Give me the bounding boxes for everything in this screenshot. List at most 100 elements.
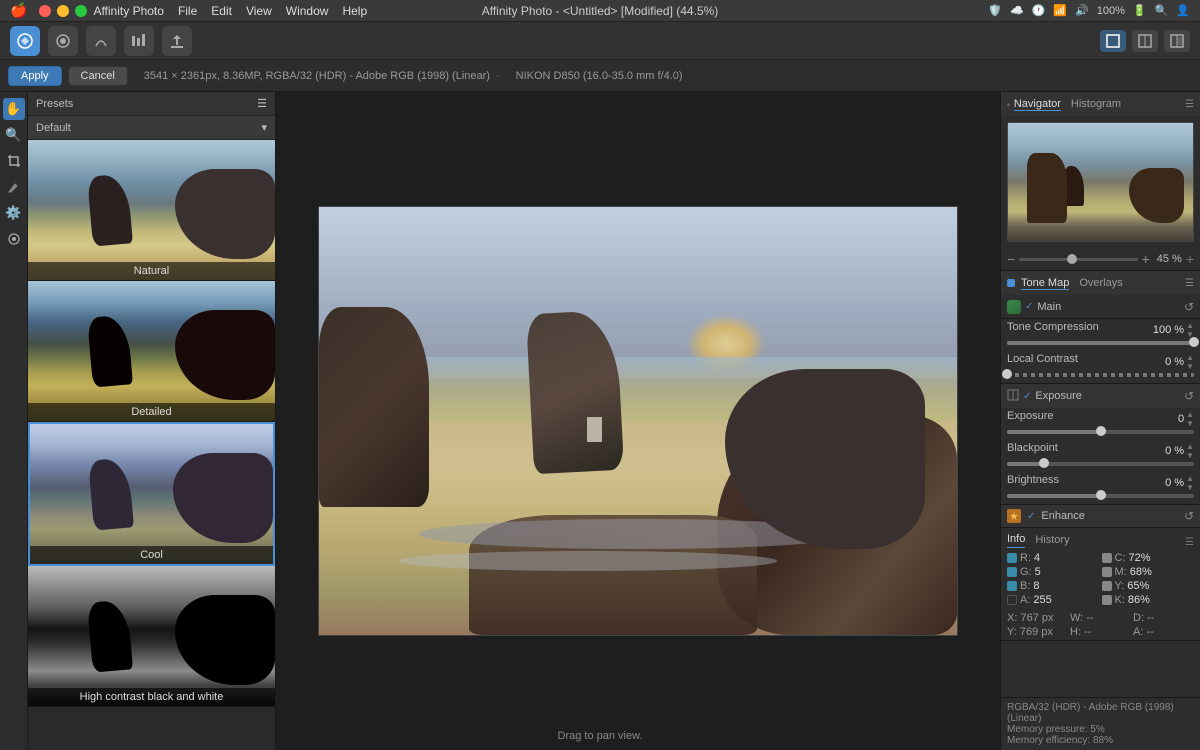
m-swatch-icon <box>1102 567 1112 577</box>
exposure-value: 0 <box>1178 413 1184 425</box>
enhance-header[interactable]: ✓ Enhance ↺ <box>1001 505 1200 527</box>
info-menu-icon[interactable]: ☰ <box>1185 537 1194 548</box>
exposure-reset-icon[interactable]: ↺ <box>1184 389 1194 403</box>
main-layout: ✋ 🔍 ⚙️ Presets ☰ Default ▾ <box>0 92 1200 750</box>
photo-persona-btn[interactable] <box>48 26 78 56</box>
develop-persona-btn[interactable] <box>10 26 40 56</box>
pan-tool[interactable]: ✋ <box>3 98 25 120</box>
b-value: 8 <box>1033 580 1039 592</box>
tone-map-section: Tone Map Overlays ☰ ✓ Main ↺ Tone Compre… <box>1001 271 1200 384</box>
navigator-menu-icon[interactable]: ☰ <box>1185 99 1194 110</box>
preset-natural[interactable]: Natural <box>28 140 275 281</box>
menu-edit[interactable]: Edit <box>211 4 232 18</box>
pos-y: Y: 769 px <box>1007 626 1068 638</box>
view-mode-split-btn[interactable] <box>1132 30 1158 52</box>
navigator-panel-header[interactable]: ▪ Navigator Histogram ☰ <box>1001 92 1200 116</box>
exposure-header[interactable]: ✓ Exposure ↺ <box>1001 384 1200 408</box>
brightness-slider[interactable] <box>1007 494 1194 498</box>
cloud-icon: ☁️ <box>1010 4 1024 17</box>
enhance-reset-icon[interactable]: ↺ <box>1184 509 1194 523</box>
zoom-in-btn[interactable]: + <box>1142 251 1150 267</box>
exposure-thumb[interactable] <box>1096 426 1106 436</box>
preset-cool[interactable]: Cool <box>28 422 275 566</box>
exposure-spinner[interactable]: ▲▼ <box>1186 410 1194 428</box>
apply-button[interactable]: Apply <box>8 66 62 86</box>
brightness-fill <box>1007 494 1101 498</box>
tone-map-header[interactable]: Tone Map Overlays ☰ <box>1001 271 1200 295</box>
blackpoint-spinner[interactable]: ▲▼ <box>1186 442 1194 460</box>
tone-map-icon <box>1007 300 1021 314</box>
crop-tool[interactable] <box>3 150 25 172</box>
zoom-row: − + 45 % + <box>1001 248 1200 270</box>
local-contrast-slider[interactable] <box>1007 373 1194 377</box>
menu-view[interactable]: View <box>246 4 272 18</box>
menu-help[interactable]: Help <box>342 4 367 18</box>
navigator-thumbnail[interactable] <box>1007 122 1194 242</box>
maximize-button[interactable] <box>75 5 87 17</box>
search-icon[interactable]: 🔍 <box>1155 4 1169 17</box>
y-value: 65% <box>1127 580 1149 592</box>
blackpoint-thumb[interactable] <box>1039 458 1049 468</box>
tone-compression-thumb[interactable] <box>1189 337 1199 347</box>
r-label: R: <box>1020 552 1031 564</box>
settings-tool[interactable]: ⚙️ <box>3 202 25 224</box>
tone-compression-slider[interactable] <box>1007 341 1194 345</box>
canvas-container[interactable] <box>276 92 1000 750</box>
view-mode-mirror-btn[interactable] <box>1164 30 1190 52</box>
presets-dropdown[interactable]: Default ▾ <box>28 116 275 140</box>
tone-map-persona-btn[interactable] <box>124 26 154 56</box>
tab-overlays[interactable]: Overlays <box>1079 277 1122 290</box>
brightness-thumb[interactable] <box>1096 490 1106 500</box>
tone-map-check-icon: ✓ <box>1025 301 1033 312</box>
canvas-image[interactable] <box>318 206 958 636</box>
zoom-tool[interactable]: 🔍 <box>3 124 25 146</box>
tab-navigator[interactable]: Navigator <box>1014 98 1061 111</box>
preset-cool-thumb <box>30 424 273 564</box>
clock-icon: 🕐 <box>1032 4 1046 17</box>
cancel-button[interactable]: Cancel <box>68 66 128 86</box>
g-swatch-icon <box>1007 567 1017 577</box>
paint-tool[interactable] <box>3 176 25 198</box>
preset-detailed[interactable]: Detailed <box>28 281 275 422</box>
tab-tone-map[interactable]: Tone Map <box>1021 277 1069 290</box>
presets-menu-icon[interactable]: ☰ <box>257 97 267 110</box>
menu-window[interactable]: Window <box>286 4 329 18</box>
b-swatch-icon <box>1007 581 1017 591</box>
local-contrast-spinner[interactable]: ▲▼ <box>1186 353 1194 371</box>
tab-info[interactable]: Info <box>1007 531 1025 548</box>
camera-info: NIKON D850 (16.0-35.0 mm f/4.0) <box>516 70 683 82</box>
pos-h: H: -- <box>1070 626 1131 638</box>
action-bar: Apply Cancel 3541 × 2361px, 8.36MP, RGBA… <box>0 60 1200 92</box>
exposure-slider-row: Exposure 0 ▲▼ <box>1001 408 1200 440</box>
target-tool[interactable] <box>3 228 25 250</box>
tab-histogram[interactable]: Histogram <box>1071 98 1121 111</box>
close-button[interactable] <box>39 5 51 17</box>
blackpoint-slider[interactable] <box>1007 462 1194 466</box>
view-mode-single-btn[interactable] <box>1100 30 1126 52</box>
zoom-out-btn[interactable]: − <box>1007 251 1015 267</box>
tone-map-reset-icon[interactable]: ↺ <box>1184 300 1194 314</box>
tone-map-collapse <box>1007 279 1015 287</box>
minimize-button[interactable] <box>57 5 69 17</box>
export-persona-btn[interactable] <box>162 26 192 56</box>
liquify-persona-btn[interactable] <box>86 26 116 56</box>
tone-map-menu-icon[interactable]: ☰ <box>1185 278 1194 289</box>
exposure-slider[interactable] <box>1007 430 1194 434</box>
zoom-slider-thumb[interactable] <box>1067 254 1077 264</box>
local-contrast-value: 0 % <box>1165 356 1184 368</box>
exposure-title: Exposure <box>1035 390 1081 402</box>
pos-w: W: -- <box>1070 612 1131 624</box>
preset-hcbw[interactable]: High contrast black and white <box>28 566 275 707</box>
zoom-slider[interactable] <box>1019 258 1137 261</box>
local-contrast-thumb[interactable] <box>1002 369 1012 379</box>
user-icon: 👤 <box>1176 4 1190 17</box>
tab-history[interactable]: History <box>1035 532 1069 548</box>
shield-icon: 🛡️ <box>988 4 1002 17</box>
zoom-add-icon[interactable]: + <box>1186 251 1194 267</box>
brightness-spinner[interactable]: ▲▼ <box>1186 474 1194 492</box>
app-name[interactable]: Affinity Photo <box>93 4 164 18</box>
preset-natural-thumb <box>28 140 275 280</box>
info-section: Info History ☰ R: 4 G: <box>1001 528 1200 641</box>
c-swatch-icon <box>1102 553 1112 563</box>
menu-file[interactable]: File <box>178 4 197 18</box>
